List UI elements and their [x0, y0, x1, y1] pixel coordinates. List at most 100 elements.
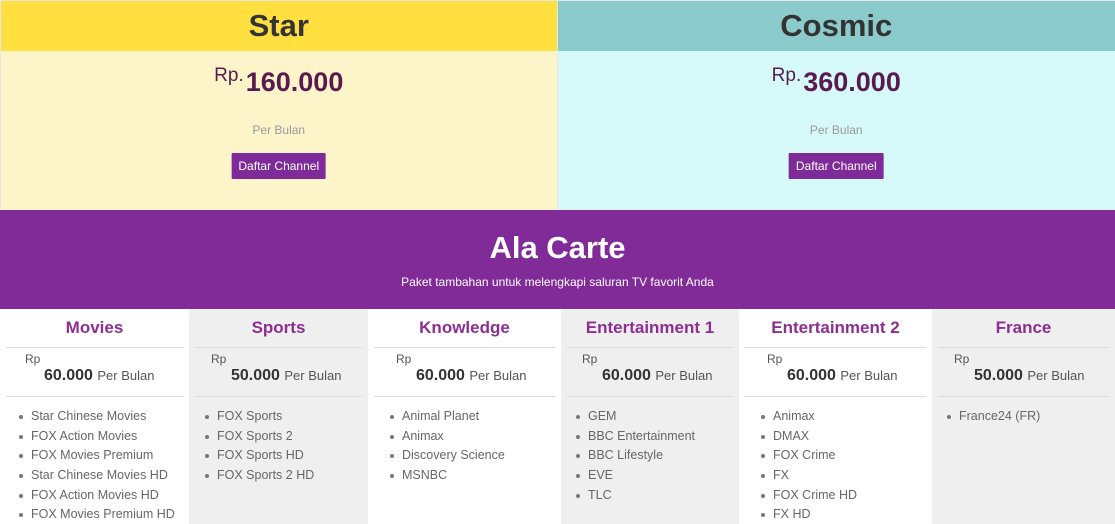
package-amount: 50.000 [231, 367, 280, 384]
channel-item: Animal Planet [388, 407, 561, 427]
daftar-channel-button-cosmic[interactable]: Daftar Channel [788, 153, 884, 179]
channel-item: Discovery Science [388, 446, 561, 466]
plan-price: Rp.160.000 [1, 65, 557, 98]
channel-list: GEM BBC Entertainment BBC Lifestyle EVE … [574, 407, 739, 505]
package-period: Per Bulan [655, 368, 713, 383]
channel-item: BBC Lifestyle [574, 446, 739, 466]
plan-period: Per Bulan [809, 123, 863, 137]
channel-list: FOX Sports FOX Sports 2 FOX Sports HD FO… [203, 407, 368, 486]
plan-title: Cosmic [780, 8, 893, 43]
channel-item: Star Chinese Movies [17, 407, 189, 427]
package-price: 50.000 Per Bulan [974, 367, 1084, 385]
package-price: 50.000 Per Bulan [231, 367, 341, 385]
channel-item: FOX Action Movies HD [17, 486, 189, 506]
channel-item: BBC Entertainment [574, 427, 739, 447]
banner-title: Ala Carte [489, 230, 626, 265]
package-entertainment-1: Entertainment 1 Rp 60.000 Per Bulan GEM … [561, 309, 739, 524]
channel-list: Star Chinese Movies FOX Action Movies FO… [17, 407, 189, 524]
channel-item: FOX Crime [759, 446, 932, 466]
package-period: Per Bulan [1027, 368, 1085, 383]
package-price: 60.000 Per Bulan [44, 367, 154, 385]
channel-item: GEM [574, 407, 739, 427]
package-currency: Rp [767, 352, 783, 366]
plan-amount: 360.000 [803, 67, 901, 97]
channel-item: FOX Sports 2 [203, 427, 368, 447]
package-amount: 60.000 [602, 367, 651, 384]
plan-price: Rp.360.000 [558, 65, 1115, 98]
package-title: Sports [251, 318, 306, 337]
plan-star: Star Rp.160.000 Per Bulan Daftar Channel [0, 0, 558, 211]
divider [6, 396, 183, 397]
channel-item: FOX Movies Premium HD [17, 505, 189, 524]
channel-item: Star Chinese Movies HD [17, 466, 189, 486]
package-price: 60.000 Per Bulan [416, 367, 526, 385]
package-title: France [995, 318, 1052, 337]
daftar-channel-button-star[interactable]: Daftar Channel [231, 153, 327, 179]
channel-list: Animax DMAX FOX Crime FX FOX Crime HD FX… [759, 407, 932, 524]
divider [745, 396, 926, 397]
package-amount: 50.000 [974, 367, 1023, 384]
plan-currency: Rp. [214, 65, 244, 86]
plans-section: Star Rp.160.000 Per Bulan Daftar Channel… [0, 0, 1115, 211]
package-columns: Movies Rp 60.000 Per Bulan Star Chinese … [0, 309, 1115, 524]
package-period: Per Bulan [284, 368, 342, 383]
package-title: Knowledge [419, 318, 510, 337]
divider [195, 347, 362, 348]
plan-cosmic-header: Cosmic [557, 1, 1115, 51]
divider [938, 347, 1109, 348]
divider [745, 347, 926, 348]
channel-item: DMAX [759, 427, 932, 447]
package-entertainment-2: Entertainment 2 Rp 60.000 Per Bulan Anim… [739, 309, 932, 524]
package-price: 60.000 Per Bulan [602, 367, 712, 385]
package-knowledge: Knowledge Rp 60.000 Per Bulan Animal Pla… [368, 309, 561, 524]
channel-item: TLC [574, 486, 739, 506]
package-currency: Rp [25, 352, 41, 366]
package-period: Per Bulan [840, 368, 898, 383]
package-amount: 60.000 [416, 367, 465, 384]
channel-item: Animax [759, 407, 932, 427]
package-movies: Movies Rp 60.000 Per Bulan Star Chinese … [0, 309, 189, 524]
plan-cosmic-body: Rp.360.000 Per Bulan Daftar Channel [557, 51, 1115, 211]
package-title: Entertainment 1 [585, 318, 715, 337]
channel-list: Animal Planet Animax Discovery Science M… [388, 407, 561, 486]
plan-title: Star [248, 8, 309, 43]
package-currency: Rp [211, 352, 227, 366]
package-amount: 60.000 [787, 367, 836, 384]
package-price: 60.000 Per Bulan [787, 367, 897, 385]
channel-item: FOX Sports 2 HD [203, 466, 368, 486]
channel-item: EVE [574, 466, 739, 486]
channel-list: France24 (FR) [945, 407, 1115, 427]
channel-item: Animax [388, 427, 561, 447]
ala-carte-banner: Ala Carte Paket tambahan untuk melengkap… [0, 210, 1115, 309]
package-currency: Rp [954, 352, 970, 366]
channel-item: France24 (FR) [945, 407, 1115, 427]
channel-item: FOX Action Movies [17, 427, 189, 447]
channel-item: FX [759, 466, 932, 486]
package-amount: 60.000 [44, 367, 93, 384]
divider [6, 347, 183, 348]
package-period: Per Bulan [469, 368, 527, 383]
divider [195, 396, 362, 397]
divider [938, 396, 1109, 397]
plan-cosmic: Cosmic Rp.360.000 Per Bulan Daftar Chann… [557, 0, 1115, 211]
plan-amount: 160.000 [245, 67, 344, 97]
package-france: France Rp 50.000 Per Bulan France24 (FR) [932, 309, 1115, 524]
plan-currency: Rp. [771, 65, 802, 86]
package-currency: Rp [396, 352, 412, 366]
divider [567, 347, 733, 348]
plan-star-header: Star [1, 1, 557, 51]
channel-item: FOX Crime HD [759, 486, 932, 506]
package-period: Per Bulan [97, 368, 155, 383]
plan-period: Per Bulan [252, 123, 306, 137]
package-title: Entertainment 2 [771, 318, 900, 337]
channel-item: FOX Sports [203, 407, 368, 427]
plan-star-body: Rp.160.000 Per Bulan Daftar Channel [1, 51, 557, 211]
package-sports: Sports Rp 50.000 Per Bulan FOX Sports FO… [189, 309, 368, 524]
banner-subtitle: Paket tambahan untuk melengkapi saluran … [401, 275, 714, 289]
package-currency: Rp [582, 352, 598, 366]
divider [567, 396, 733, 397]
channel-item: FX HD [759, 505, 932, 524]
divider [374, 396, 555, 397]
divider [374, 347, 555, 348]
channel-item: MSNBC [388, 466, 561, 486]
